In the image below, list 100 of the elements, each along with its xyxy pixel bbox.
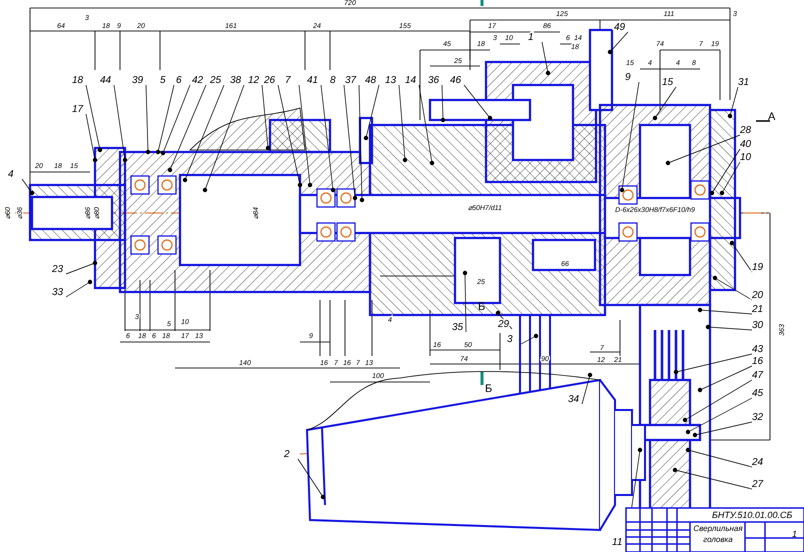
bearing-icon — [690, 180, 710, 200]
leader-dot — [588, 372, 592, 378]
callout-number: 29 — [498, 319, 510, 330]
leader-dot — [706, 324, 710, 330]
leader-dot — [122, 158, 128, 162]
leader-line — [146, 84, 148, 152]
section-mark: А — [768, 111, 776, 123]
leader-line — [66, 262, 96, 274]
bearing-icon — [618, 222, 638, 242]
leader-line — [262, 84, 268, 148]
callout-number: 23 — [52, 264, 64, 275]
leader-dot — [360, 198, 364, 202]
leader-dot — [686, 430, 690, 434]
callout-number: 37 — [345, 75, 356, 86]
section-mark: Б — [485, 383, 492, 395]
callout-number: 32 — [752, 412, 764, 423]
leader-dot — [672, 468, 678, 472]
cavity — [532, 238, 596, 272]
callout-number: 3 — [507, 334, 513, 345]
leader-dot — [692, 432, 698, 438]
leader-dot — [320, 494, 326, 500]
leader-line — [610, 32, 628, 52]
callout-number: 47 — [752, 370, 764, 381]
callout-number: 2 — [284, 449, 290, 460]
section-mark: Б — [478, 301, 486, 313]
leader-line — [688, 450, 752, 468]
leader-dot — [430, 160, 434, 166]
leader-line — [730, 86, 738, 116]
callout-number: 41 — [307, 75, 318, 86]
gear-teeth-drawing — [654, 328, 684, 382]
leader-dot — [620, 188, 624, 192]
callout-number: 34 — [568, 394, 580, 405]
callout-number: 42 — [192, 75, 204, 86]
callout-number: 19 — [752, 262, 764, 273]
callout-number: 30 — [752, 320, 764, 331]
leader-dot — [462, 270, 468, 276]
bearing-icon — [157, 175, 177, 195]
drawing-designation: БНТУ.510.01.00.СБ — [712, 510, 792, 520]
leader-dot — [496, 310, 500, 316]
callout-number: 35 — [452, 322, 464, 333]
leader-dot — [298, 182, 302, 188]
leader-line — [582, 374, 590, 404]
leader-dot — [98, 148, 102, 152]
leader-dot — [534, 334, 538, 338]
callout-number: 15 — [662, 77, 674, 88]
callout-number: 12 — [248, 75, 260, 86]
leader-line — [66, 282, 90, 298]
leader-line — [654, 86, 676, 118]
leader-dot — [698, 388, 702, 392]
callout-number: 21 — [752, 304, 764, 315]
callout-number: 5 — [160, 75, 166, 86]
leader-dot — [330, 188, 336, 192]
callout-number: 13 — [385, 75, 396, 86]
leader-line — [22, 178, 32, 194]
callout-number: 7 — [285, 75, 291, 86]
leader-dot — [92, 158, 98, 162]
callout-number: 11 — [612, 537, 622, 548]
leader-dot — [488, 116, 492, 120]
callout-number: 20 — [752, 290, 764, 301]
leader-dot — [652, 116, 658, 120]
leader-dot — [710, 190, 714, 196]
callout-number: 28 — [740, 125, 752, 136]
leader-dot — [608, 50, 612, 54]
callout-number: 25 — [210, 75, 222, 86]
callout-number: 33 — [52, 287, 64, 298]
leader-line — [520, 336, 536, 344]
leader-dot — [638, 448, 642, 452]
leader-dot — [364, 136, 368, 140]
callout-number: 9 — [625, 72, 631, 83]
callout-number: 14 — [405, 75, 416, 86]
leader-dot — [698, 308, 702, 312]
callout-number: 18 — [72, 75, 84, 86]
callout-number: 27 — [752, 479, 764, 490]
leader-line — [442, 84, 444, 120]
leader-line — [366, 84, 380, 138]
leader-dot — [352, 196, 358, 200]
scale-value: 1 — [792, 529, 798, 539]
leader-dot — [30, 190, 34, 196]
bearing-icon — [130, 235, 150, 255]
leader-dot — [674, 370, 678, 374]
leader-dot — [146, 150, 150, 154]
bearing-icon — [130, 175, 150, 195]
leader-dot — [440, 118, 446, 122]
boss-section — [268, 118, 332, 154]
leader-dot — [308, 182, 312, 188]
leader-line — [732, 242, 752, 272]
drawing-title: Сверлильная головка — [692, 523, 744, 545]
callout-number: 45 — [752, 388, 764, 399]
callout-number: 26 — [264, 75, 276, 86]
bearing-icon — [316, 222, 336, 242]
callout-number: 46 — [450, 75, 462, 86]
bearing-icon — [618, 185, 638, 205]
leader-dot — [182, 178, 188, 182]
callout-number: 10 — [740, 152, 752, 163]
callout-number: 24 — [752, 457, 764, 468]
leader-dot — [720, 190, 724, 196]
callout-number: 1 — [528, 32, 534, 43]
callout-number: 4 — [8, 169, 14, 180]
leader-line — [542, 42, 548, 74]
leader-dot — [682, 418, 688, 422]
